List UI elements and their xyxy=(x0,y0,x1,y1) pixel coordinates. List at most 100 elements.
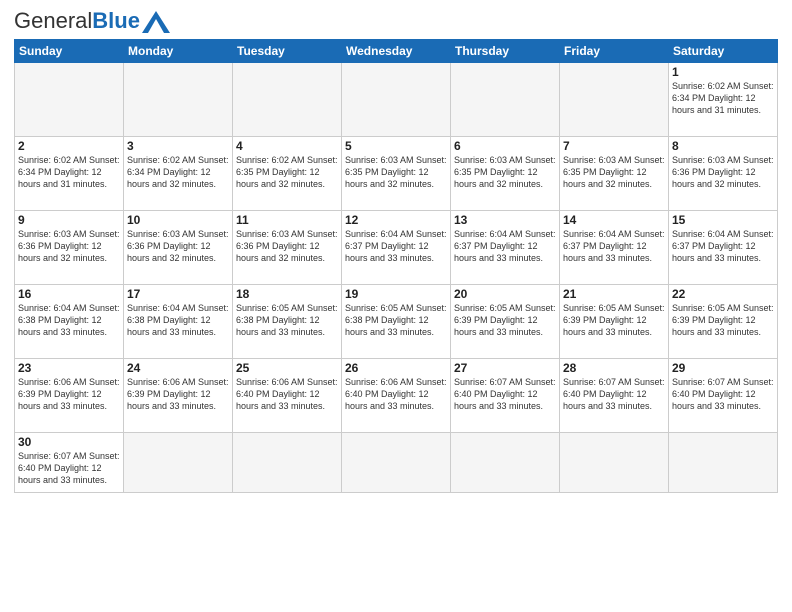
day-number: 30 xyxy=(18,435,120,449)
logo-icon xyxy=(142,11,170,33)
calendar-header-friday: Friday xyxy=(560,40,669,63)
calendar-cell: 2Sunrise: 6:02 AM Sunset: 6:34 PM Daylig… xyxy=(15,137,124,211)
day-info: Sunrise: 6:07 AM Sunset: 6:40 PM Dayligh… xyxy=(563,376,665,412)
calendar-cell: 13Sunrise: 6:04 AM Sunset: 6:37 PM Dayli… xyxy=(451,211,560,285)
calendar-cell xyxy=(342,63,451,137)
day-info: Sunrise: 6:05 AM Sunset: 6:39 PM Dayligh… xyxy=(563,302,665,338)
calendar-cell xyxy=(124,433,233,493)
day-info: Sunrise: 6:03 AM Sunset: 6:36 PM Dayligh… xyxy=(127,228,229,264)
calendar-cell: 8Sunrise: 6:03 AM Sunset: 6:36 PM Daylig… xyxy=(669,137,778,211)
logo-text: General xyxy=(14,8,92,33)
calendar-header-monday: Monday xyxy=(124,40,233,63)
day-info: Sunrise: 6:02 AM Sunset: 6:34 PM Dayligh… xyxy=(127,154,229,190)
day-info: Sunrise: 6:03 AM Sunset: 6:36 PM Dayligh… xyxy=(18,228,120,264)
day-number: 3 xyxy=(127,139,229,153)
day-number: 13 xyxy=(454,213,556,227)
day-info: Sunrise: 6:03 AM Sunset: 6:35 PM Dayligh… xyxy=(345,154,447,190)
calendar-header-row: SundayMondayTuesdayWednesdayThursdayFrid… xyxy=(15,40,778,63)
calendar-header-thursday: Thursday xyxy=(451,40,560,63)
day-number: 9 xyxy=(18,213,120,227)
page: GeneralBlue SundayMondayTuesdayWednesday… xyxy=(0,0,792,612)
day-info: Sunrise: 6:05 AM Sunset: 6:39 PM Dayligh… xyxy=(454,302,556,338)
calendar-cell: 18Sunrise: 6:05 AM Sunset: 6:38 PM Dayli… xyxy=(233,285,342,359)
day-info: Sunrise: 6:02 AM Sunset: 6:34 PM Dayligh… xyxy=(18,154,120,190)
calendar-cell: 14Sunrise: 6:04 AM Sunset: 6:37 PM Dayli… xyxy=(560,211,669,285)
calendar-header-tuesday: Tuesday xyxy=(233,40,342,63)
day-number: 24 xyxy=(127,361,229,375)
day-number: 22 xyxy=(672,287,774,301)
calendar-cell xyxy=(560,63,669,137)
day-info: Sunrise: 6:03 AM Sunset: 6:36 PM Dayligh… xyxy=(672,154,774,190)
calendar-week-row: 23Sunrise: 6:06 AM Sunset: 6:39 PM Dayli… xyxy=(15,359,778,433)
day-number: 12 xyxy=(345,213,447,227)
day-number: 17 xyxy=(127,287,229,301)
calendar-header-sunday: Sunday xyxy=(15,40,124,63)
day-info: Sunrise: 6:07 AM Sunset: 6:40 PM Dayligh… xyxy=(454,376,556,412)
calendar-cell xyxy=(233,433,342,493)
calendar-cell: 11Sunrise: 6:03 AM Sunset: 6:36 PM Dayli… xyxy=(233,211,342,285)
day-number: 6 xyxy=(454,139,556,153)
calendar-week-row: 1Sunrise: 6:02 AM Sunset: 6:34 PM Daylig… xyxy=(15,63,778,137)
day-info: Sunrise: 6:06 AM Sunset: 6:40 PM Dayligh… xyxy=(236,376,338,412)
day-info: Sunrise: 6:02 AM Sunset: 6:35 PM Dayligh… xyxy=(236,154,338,190)
day-info: Sunrise: 6:07 AM Sunset: 6:40 PM Dayligh… xyxy=(672,376,774,412)
header: GeneralBlue xyxy=(14,10,778,33)
logo-blue-text: Blue xyxy=(92,8,140,33)
day-number: 26 xyxy=(345,361,447,375)
calendar-week-row: 30Sunrise: 6:07 AM Sunset: 6:40 PM Dayli… xyxy=(15,433,778,493)
calendar-cell: 4Sunrise: 6:02 AM Sunset: 6:35 PM Daylig… xyxy=(233,137,342,211)
calendar-cell xyxy=(15,63,124,137)
calendar-cell: 24Sunrise: 6:06 AM Sunset: 6:39 PM Dayli… xyxy=(124,359,233,433)
calendar-cell: 15Sunrise: 6:04 AM Sunset: 6:37 PM Dayli… xyxy=(669,211,778,285)
calendar-cell: 28Sunrise: 6:07 AM Sunset: 6:40 PM Dayli… xyxy=(560,359,669,433)
day-info: Sunrise: 6:04 AM Sunset: 6:38 PM Dayligh… xyxy=(18,302,120,338)
calendar: SundayMondayTuesdayWednesdayThursdayFrid… xyxy=(14,39,778,493)
day-number: 5 xyxy=(345,139,447,153)
day-number: 29 xyxy=(672,361,774,375)
day-number: 8 xyxy=(672,139,774,153)
calendar-cell xyxy=(451,63,560,137)
calendar-cell xyxy=(451,433,560,493)
day-info: Sunrise: 6:05 AM Sunset: 6:39 PM Dayligh… xyxy=(672,302,774,338)
day-number: 25 xyxy=(236,361,338,375)
calendar-cell: 21Sunrise: 6:05 AM Sunset: 6:39 PM Dayli… xyxy=(560,285,669,359)
calendar-cell: 22Sunrise: 6:05 AM Sunset: 6:39 PM Dayli… xyxy=(669,285,778,359)
day-number: 23 xyxy=(18,361,120,375)
day-number: 28 xyxy=(563,361,665,375)
day-info: Sunrise: 6:06 AM Sunset: 6:40 PM Dayligh… xyxy=(345,376,447,412)
calendar-cell: 9Sunrise: 6:03 AM Sunset: 6:36 PM Daylig… xyxy=(15,211,124,285)
day-number: 11 xyxy=(236,213,338,227)
calendar-cell: 20Sunrise: 6:05 AM Sunset: 6:39 PM Dayli… xyxy=(451,285,560,359)
day-info: Sunrise: 6:06 AM Sunset: 6:39 PM Dayligh… xyxy=(18,376,120,412)
calendar-cell: 3Sunrise: 6:02 AM Sunset: 6:34 PM Daylig… xyxy=(124,137,233,211)
calendar-cell: 10Sunrise: 6:03 AM Sunset: 6:36 PM Dayli… xyxy=(124,211,233,285)
calendar-cell: 26Sunrise: 6:06 AM Sunset: 6:40 PM Dayli… xyxy=(342,359,451,433)
calendar-week-row: 9Sunrise: 6:03 AM Sunset: 6:36 PM Daylig… xyxy=(15,211,778,285)
day-info: Sunrise: 6:03 AM Sunset: 6:36 PM Dayligh… xyxy=(236,228,338,264)
calendar-cell: 12Sunrise: 6:04 AM Sunset: 6:37 PM Dayli… xyxy=(342,211,451,285)
calendar-cell: 23Sunrise: 6:06 AM Sunset: 6:39 PM Dayli… xyxy=(15,359,124,433)
day-number: 21 xyxy=(563,287,665,301)
calendar-header-wednesday: Wednesday xyxy=(342,40,451,63)
calendar-cell xyxy=(560,433,669,493)
day-info: Sunrise: 6:02 AM Sunset: 6:34 PM Dayligh… xyxy=(672,80,774,116)
day-info: Sunrise: 6:03 AM Sunset: 6:35 PM Dayligh… xyxy=(563,154,665,190)
calendar-cell xyxy=(342,433,451,493)
calendar-cell xyxy=(233,63,342,137)
day-info: Sunrise: 6:04 AM Sunset: 6:38 PM Dayligh… xyxy=(127,302,229,338)
calendar-cell: 19Sunrise: 6:05 AM Sunset: 6:38 PM Dayli… xyxy=(342,285,451,359)
calendar-cell: 5Sunrise: 6:03 AM Sunset: 6:35 PM Daylig… xyxy=(342,137,451,211)
calendar-cell: 25Sunrise: 6:06 AM Sunset: 6:40 PM Dayli… xyxy=(233,359,342,433)
calendar-cell: 6Sunrise: 6:03 AM Sunset: 6:35 PM Daylig… xyxy=(451,137,560,211)
calendar-cell xyxy=(669,433,778,493)
day-number: 10 xyxy=(127,213,229,227)
day-number: 16 xyxy=(18,287,120,301)
day-number: 7 xyxy=(563,139,665,153)
calendar-cell: 17Sunrise: 6:04 AM Sunset: 6:38 PM Dayli… xyxy=(124,285,233,359)
day-number: 19 xyxy=(345,287,447,301)
day-info: Sunrise: 6:05 AM Sunset: 6:38 PM Dayligh… xyxy=(236,302,338,338)
day-number: 27 xyxy=(454,361,556,375)
day-info: Sunrise: 6:04 AM Sunset: 6:37 PM Dayligh… xyxy=(672,228,774,264)
day-info: Sunrise: 6:04 AM Sunset: 6:37 PM Dayligh… xyxy=(563,228,665,264)
logo: GeneralBlue xyxy=(14,10,170,33)
